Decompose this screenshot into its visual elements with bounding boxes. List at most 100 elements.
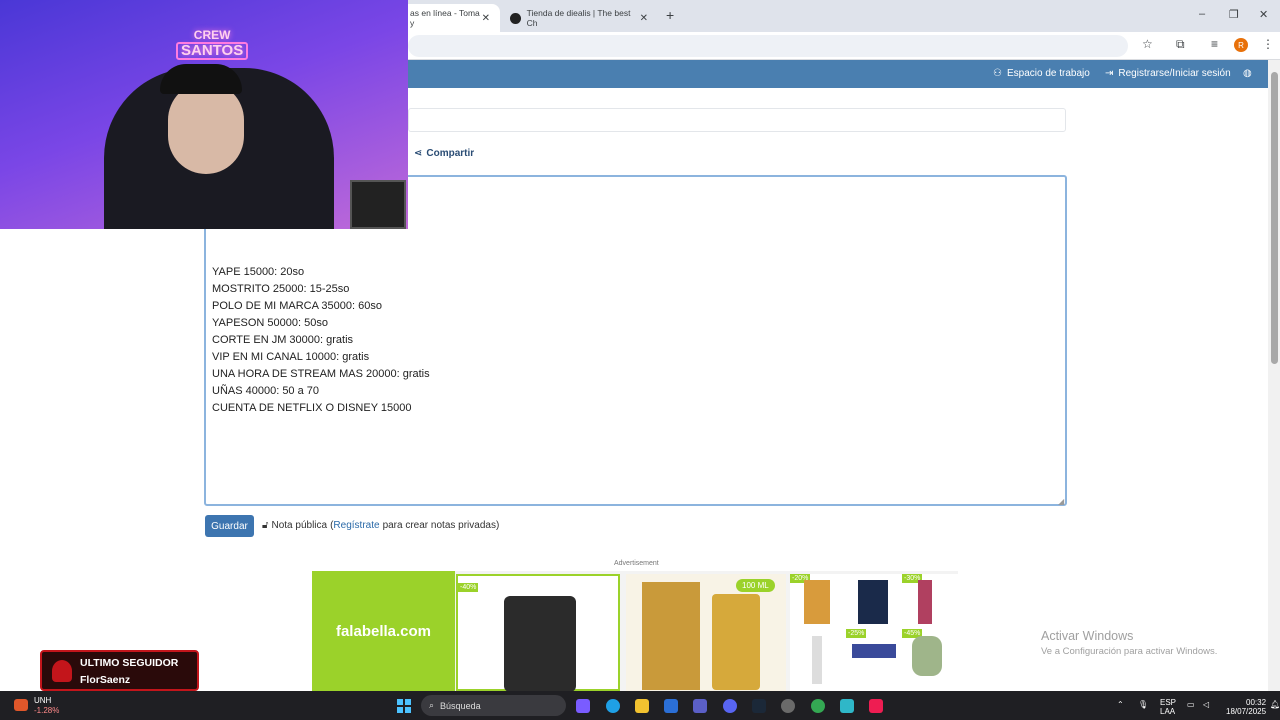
discord-icon[interactable] — [723, 699, 737, 713]
follower-title: ULTIMO SEGUIDOR — [80, 657, 179, 669]
ad-product-suitcase[interactable]: -40% — [456, 574, 620, 691]
ad-label: Advertisement — [614, 560, 659, 567]
advertisement-banner[interactable]: falabella.com -40% 100 ML -20% -30% -25%… — [312, 571, 958, 691]
clock-date: 18/07/2025 — [1226, 707, 1267, 716]
windows-taskbar: UNH -1.28% ⌕ Búsqueda ⌃ 🎙︎ ESP LAA ▭ ◁ 0… — [0, 691, 1280, 720]
tab-inactive[interactable]: Tienda de diealis | The best Ch ✕ — [500, 4, 658, 32]
login-label: Registrarse/Iniciar sesión — [1118, 68, 1231, 79]
stock-symbol: UNH — [34, 696, 52, 705]
streamer-cap — [160, 64, 242, 94]
note-line: UÑAS 40000: 50 a 70 — [212, 385, 320, 397]
extensions-icon[interactable]: ⧉ — [1176, 37, 1185, 52]
language-code: ESP — [1160, 698, 1177, 707]
start-windows-icon[interactable] — [397, 699, 411, 713]
product-thumb — [912, 636, 942, 676]
language-globe-icon[interactable]: ◍ — [1243, 68, 1252, 79]
steam-icon[interactable] — [752, 699, 766, 713]
activate-windows-watermark: Activar Windows Ve a Configuración para … — [1041, 629, 1217, 657]
neon-sign-top: CREW — [193, 28, 231, 42]
register-link[interactable]: Regístrate — [333, 520, 379, 531]
streamer-face — [168, 82, 244, 174]
product-thumb — [812, 636, 822, 684]
new-tab-plus-icon[interactable]: + — [666, 7, 674, 23]
login-icon: ⇥ — [1105, 68, 1114, 79]
scrollbar-thumb[interactable] — [1271, 72, 1278, 364]
bookmark-star-icon[interactable]: ☆ — [1142, 37, 1153, 51]
taskbar-search[interactable]: ⌕ Búsqueda — [421, 695, 566, 716]
network-icon[interactable]: ▭ — [1187, 700, 1195, 709]
microphone-icon[interactable]: 🎙︎ — [1138, 700, 1148, 709]
discount-badge: -25% — [846, 629, 867, 638]
stock-widget[interactable]: UNH -1.28% — [34, 696, 59, 716]
language-indicator[interactable]: ESP LAA — [1160, 698, 1176, 716]
edge-icon[interactable] — [606, 699, 620, 713]
address-bar[interactable] — [408, 35, 1128, 57]
volume-badge: 100 ML — [736, 579, 775, 592]
chrome-icon[interactable] — [811, 699, 825, 713]
resize-handle-icon[interactable]: ◢ — [1058, 497, 1064, 506]
falabella-logo: falabella.com — [312, 571, 455, 691]
wall-frame — [350, 180, 406, 229]
private-notes-text: para crear notas privadas) — [382, 520, 500, 531]
product-thumb — [804, 580, 830, 624]
profile-avatar[interactable]: R — [1234, 38, 1248, 52]
perfume-box-image — [642, 582, 700, 690]
copilot-icon[interactable] — [576, 699, 590, 713]
people-icon: ⚇ — [993, 68, 1002, 79]
notifications-icon[interactable]: 🔔︎ — [1270, 700, 1280, 709]
ad-product-perfume[interactable]: 100 ML — [626, 574, 786, 691]
media-control-icon[interactable]: ≡ — [1211, 37, 1218, 51]
close-tab-icon[interactable]: ✕ — [640, 13, 648, 24]
note-line: VIP EN MI CANAL 10000: gratis — [212, 351, 370, 363]
tab-title: as en línea - Toma y — [410, 8, 480, 28]
share-icon: ⋖ — [414, 148, 423, 159]
person-icon — [52, 660, 72, 682]
note-title-input[interactable] — [408, 108, 1066, 132]
volume-icon[interactable]: ◁ — [1203, 700, 1209, 709]
last-follower-widget: ULTIMO SEGUIDOR FlorSaenz — [40, 650, 199, 691]
note-line: MOSTRITO 25000: 15-25so — [212, 283, 350, 295]
share-button[interactable]: ⋖ Compartir — [414, 148, 474, 159]
tiktok-icon[interactable] — [869, 699, 883, 713]
app-icon[interactable] — [840, 699, 854, 713]
webcam-overlay: CREW SANTOS — [0, 0, 408, 229]
discount-badge: -40% — [458, 583, 479, 592]
store-icon[interactable] — [664, 699, 678, 713]
clock[interactable]: 00:32 18/07/2025 — [1226, 698, 1266, 716]
teams-icon[interactable] — [693, 699, 707, 713]
note-line: YAPE 15000: 20so — [212, 266, 305, 278]
public-note-info: 🔓︎ Nota pública (Regístrate para crear n… — [262, 520, 499, 531]
ad-product-grid[interactable]: -20% -30% -25% -45% — [790, 574, 958, 691]
tab-active[interactable]: as en línea - Toma y ✕ — [400, 4, 500, 32]
neon-sign: CREW SANTOS — [176, 28, 249, 60]
stock-widget-icon[interactable] — [14, 699, 28, 711]
clock-time: 00:32 — [1246, 698, 1267, 707]
note-content: YAPE 15000: 20so MOSTRITO 25000: 15-25so… — [212, 264, 430, 417]
workspace-label: Espacio de trabajo — [1006, 68, 1090, 79]
browser-menu-icon[interactable]: ⋮ — [1262, 37, 1274, 51]
suitcase-image — [504, 596, 576, 691]
tray-chevron-up-icon[interactable]: ⌃ — [1117, 700, 1124, 709]
search-placeholder: Búsqueda — [440, 700, 481, 711]
product-thumb — [858, 580, 888, 624]
unlock-icon: 🔓︎ — [262, 520, 269, 531]
watermark-subtitle: Ve a Configuración para activar Windows. — [1041, 646, 1218, 657]
tab-title: Tienda de diealis | The best Ch — [526, 8, 631, 28]
save-button[interactable]: Guardar — [205, 515, 254, 537]
note-line: CUENTA DE NETFLIX O DISNEY 15000 — [212, 402, 412, 414]
public-note-label: Nota pública — [271, 520, 328, 531]
file-explorer-icon[interactable] — [635, 699, 649, 713]
share-label: Compartir — [426, 148, 475, 159]
restore-window-button[interactable]: ❐ — [1229, 8, 1239, 21]
login-link[interactable]: ⇥ Registrarse/Iniciar sesión — [1105, 68, 1231, 79]
neon-sign-bottom: SANTOS — [176, 42, 249, 60]
close-tab-icon[interactable]: ✕ — [482, 13, 490, 24]
stock-change: -1.28% — [34, 706, 60, 715]
obs-icon[interactable] — [781, 699, 795, 713]
perfume-bottle-image — [712, 594, 760, 690]
close-window-button[interactable]: ✕ — [1259, 8, 1268, 21]
note-line: UNA HORA DE STREAM MAS 20000: gratis — [212, 368, 430, 380]
watermark-title: Activar Windows — [1041, 629, 1134, 643]
workspace-link[interactable]: ⚇ Espacio de trabajo — [993, 68, 1090, 79]
minimize-window-button[interactable]: – — [1199, 8, 1205, 20]
